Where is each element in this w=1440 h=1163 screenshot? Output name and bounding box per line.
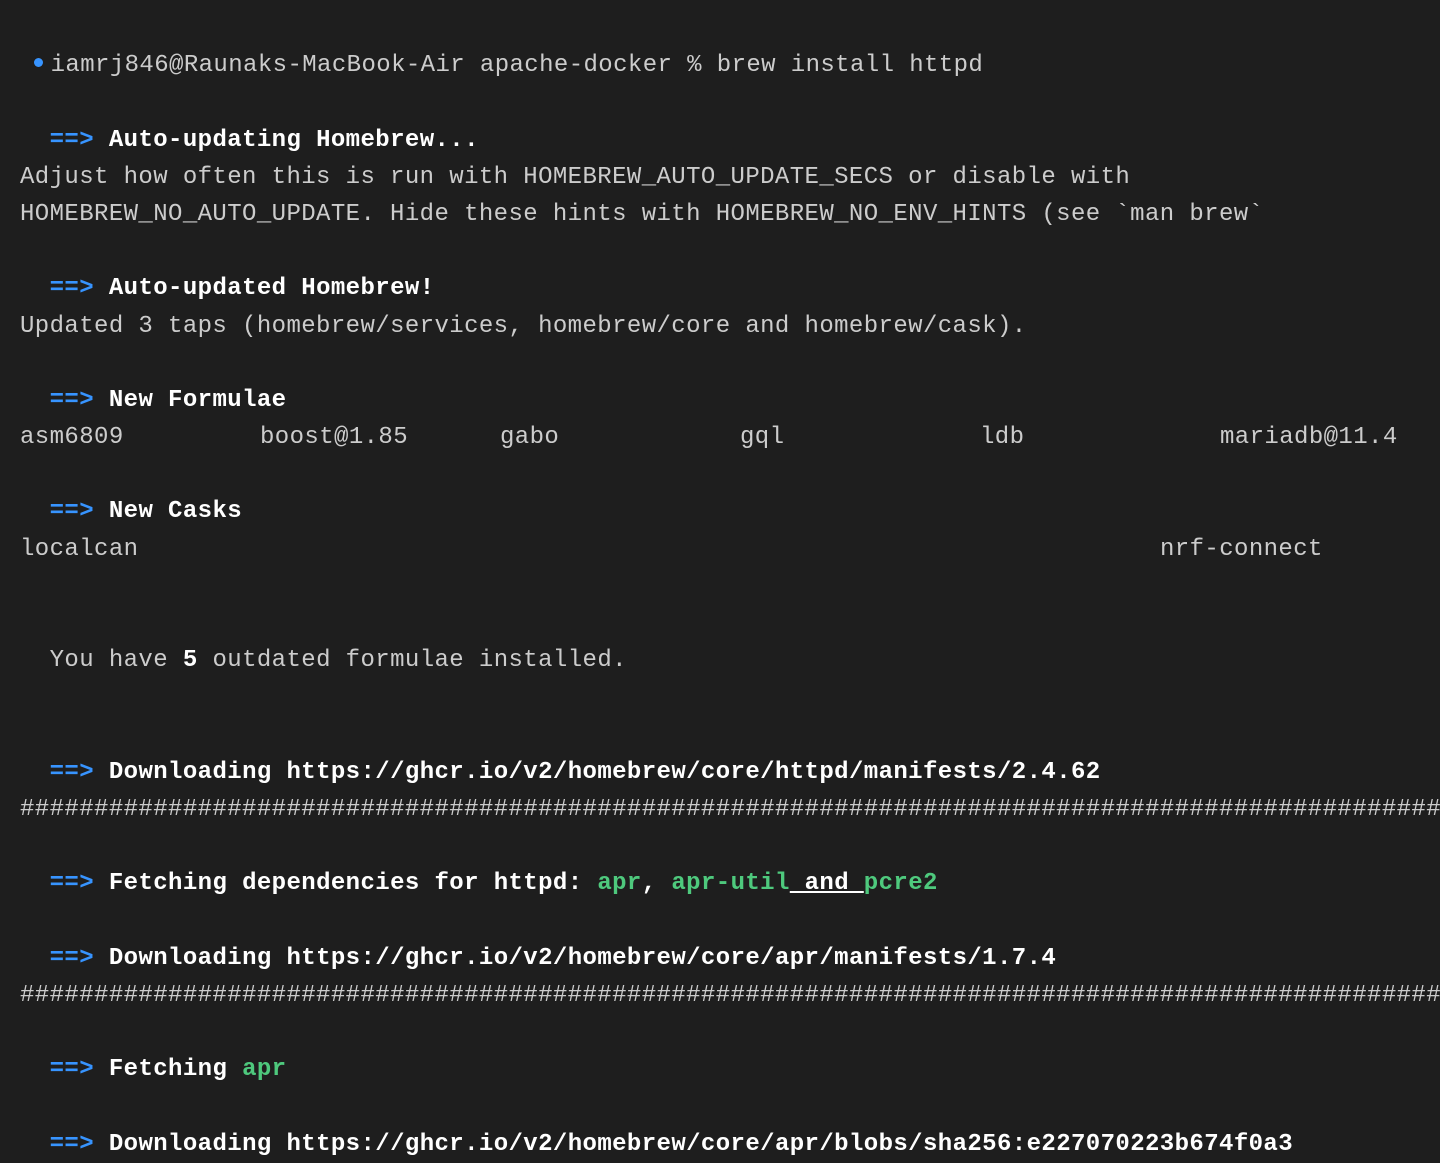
formula-item: gabo xyxy=(500,419,740,456)
auto-updated-line: ==> Auto-updated Homebrew! xyxy=(0,233,1440,307)
formula-item: asm6809 xyxy=(20,419,260,456)
new-formulae-header: ==> New Formulae xyxy=(0,345,1440,419)
fetching-apr-pkg: apr xyxy=(242,1056,286,1083)
section-arrow: ==> xyxy=(50,498,94,525)
dep-2: apr-util xyxy=(671,870,789,897)
dep-sep1: , xyxy=(642,870,672,897)
progress-bar-1: ########################################… xyxy=(0,791,1440,828)
download-text-1: Downloading https://ghcr.io/v2/homebrew/… xyxy=(109,759,1101,786)
blank-line xyxy=(0,679,1440,716)
dep-1: apr xyxy=(597,870,641,897)
section-arrow: ==> xyxy=(50,759,94,786)
fetching-deps-line: ==> Fetching dependencies for httpd: apr… xyxy=(0,828,1440,902)
formula-item: gql xyxy=(740,419,980,456)
formula-item: mariadb@11.4 xyxy=(1220,419,1440,456)
fetching-deps-prefix: Fetching dependencies for httpd: xyxy=(109,870,597,897)
section-arrow: ==> xyxy=(50,870,94,897)
cask-item: nrf-connect xyxy=(1160,531,1323,568)
outdated-line: You have 5 outdated formulae installed. xyxy=(0,605,1440,679)
new-casks-text: New Casks xyxy=(109,498,242,525)
outdated-prefix: You have xyxy=(50,647,183,674)
prompt-command: brew install httpd xyxy=(717,52,983,79)
formulae-list: asm6809 boost@1.85 gabo gql ldb mariadb@… xyxy=(0,419,1440,456)
formula-item: ldb xyxy=(980,419,1220,456)
terminal-prompt-line[interactable]: iamrj846@Raunaks-MacBook-Air apache-dock… xyxy=(0,10,1440,84)
new-formulae-text: New Formulae xyxy=(109,387,287,414)
prompt-space2 xyxy=(672,52,687,79)
download-line-1: ==> Downloading https://ghcr.io/v2/homeb… xyxy=(0,717,1440,791)
section-arrow: ==> xyxy=(50,1056,94,1083)
download-line-3: ==> Downloading https://ghcr.io/v2/homeb… xyxy=(0,1088,1440,1162)
section-arrow: ==> xyxy=(50,945,94,972)
fetching-apr-prefix: Fetching xyxy=(109,1056,242,1083)
casks-list: localcan nrf-connect xyxy=(0,531,1440,568)
formula-item: boost@1.85 xyxy=(260,419,500,456)
updated-taps-line: Updated 3 taps (homebrew/services, homeb… xyxy=(0,308,1440,345)
dep-3: pcre2 xyxy=(864,870,938,897)
outdated-count: 5 xyxy=(183,647,198,674)
download-line-2: ==> Downloading https://ghcr.io/v2/homeb… xyxy=(0,903,1440,977)
hint-line-2: HOMEBREW_NO_AUTO_UPDATE. Hide these hint… xyxy=(0,196,1440,233)
prompt-cwd: apache-docker xyxy=(480,52,672,79)
hint-line-1: Adjust how often this is run with HOMEBR… xyxy=(0,159,1440,196)
section-arrow: ==> xyxy=(50,127,94,154)
fetching-apr-line: ==> Fetching apr xyxy=(0,1014,1440,1088)
auto-updating-line: ==> Auto-updating Homebrew... xyxy=(0,84,1440,158)
download-text-2: Downloading https://ghcr.io/v2/homebrew/… xyxy=(109,945,1056,972)
blank-line xyxy=(0,568,1440,605)
auto-updating-text: Auto-updating Homebrew... xyxy=(109,127,479,154)
section-arrow: ==> xyxy=(50,387,94,414)
prompt-space1 xyxy=(465,52,480,79)
prompt-indicator-icon xyxy=(34,58,43,67)
prompt-symbol: % xyxy=(687,52,702,79)
download-text-3: Downloading https://ghcr.io/v2/homebrew/… xyxy=(109,1131,1293,1158)
progress-bar-2: ########################################… xyxy=(0,977,1440,1014)
prompt-user-host: iamrj846@Raunaks-MacBook-Air xyxy=(51,52,465,79)
new-casks-header: ==> New Casks xyxy=(0,456,1440,530)
prompt-space3 xyxy=(702,52,717,79)
cask-item: localcan xyxy=(20,531,1160,568)
section-arrow: ==> xyxy=(50,275,94,302)
dep-and: and xyxy=(790,870,864,897)
outdated-suffix: outdated formulae installed. xyxy=(198,647,627,674)
auto-updated-text: Auto-updated Homebrew! xyxy=(109,275,435,302)
section-arrow: ==> xyxy=(50,1131,94,1158)
